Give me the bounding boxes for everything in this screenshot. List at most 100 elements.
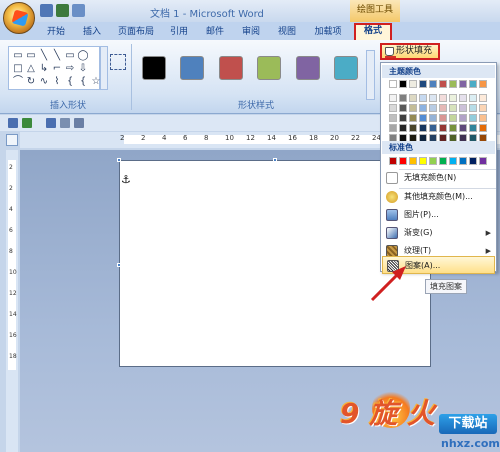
insert-shapes-gallery[interactable]: ▭ ▭ ╲ ╲ ▭ ◯ □ △ ↳ ⌐ ⇨ ⇩ ⌒ ↻ ∿ ⌇{{☆ (8, 46, 100, 90)
shape-style-swatch[interactable] (257, 56, 281, 80)
menu-item-no-fill[interactable]: 无填充颜色(N) (382, 169, 495, 187)
shape-option[interactable]: ▭ (25, 49, 37, 62)
edit-shape-icon[interactable] (110, 54, 126, 70)
standard-color-cell[interactable] (419, 157, 427, 165)
shape-style-swatch[interactable] (219, 56, 243, 80)
standard-color-cell[interactable] (399, 157, 407, 165)
standard-color-cell[interactable] (439, 157, 447, 165)
shape-style-swatch[interactable] (334, 56, 358, 80)
menu-item-picture[interactable]: 图片(P)... (382, 206, 495, 224)
theme-color-cell[interactable] (409, 80, 417, 88)
theme-color-cell[interactable] (449, 104, 457, 112)
theme-color-cell[interactable] (399, 104, 407, 112)
theme-color-cell[interactable] (429, 104, 437, 112)
office-button[interactable] (3, 2, 35, 34)
repeat-icon[interactable] (46, 118, 56, 128)
spelling-icon[interactable] (74, 118, 84, 128)
theme-color-cell[interactable] (399, 124, 407, 132)
theme-color-cell[interactable] (389, 114, 397, 122)
theme-color-cell[interactable] (389, 124, 397, 132)
vertical-ruler[interactable]: 2 2 4 6 8 10 12 14 16 18 (6, 150, 18, 452)
theme-color-cell[interactable] (439, 94, 447, 102)
theme-color-cell[interactable] (399, 94, 407, 102)
shape-style-swatch[interactable] (180, 56, 204, 80)
theme-color-cell[interactable] (389, 80, 397, 88)
menu-item-more-fill-colors[interactable]: 其他填充颜色(M)... (382, 188, 495, 206)
theme-color-cell[interactable] (429, 124, 437, 132)
theme-color-cell[interactable] (439, 104, 447, 112)
shape-option[interactable]: □ (12, 62, 24, 75)
theme-color-cell[interactable] (469, 124, 477, 132)
save-icon[interactable] (40, 4, 53, 17)
theme-color-cell[interactable] (389, 94, 397, 102)
theme-color-cell[interactable] (409, 114, 417, 122)
shape-option[interactable]: ▭ (64, 49, 76, 62)
theme-color-cell[interactable] (389, 104, 397, 112)
tab-review[interactable]: 审阅 (238, 25, 264, 40)
tab-page-layout[interactable]: 页面布局 (115, 25, 157, 40)
standard-color-cell[interactable] (479, 157, 487, 165)
theme-color-cell[interactable] (469, 104, 477, 112)
shape-option[interactable]: { (77, 75, 89, 88)
resize-handle[interactable] (273, 158, 277, 162)
theme-color-cell[interactable] (479, 104, 487, 112)
shape-option[interactable]: ⌇ (51, 75, 63, 88)
tab-view[interactable]: 视图 (274, 25, 300, 40)
shape-style-swatch[interactable] (296, 56, 320, 80)
shape-option[interactable]: ╲ (51, 49, 63, 62)
shape-option[interactable]: ▭ (12, 49, 24, 62)
theme-color-cell[interactable] (469, 80, 477, 88)
theme-color-cell[interactable] (419, 80, 427, 88)
theme-color-cell[interactable] (459, 114, 467, 122)
theme-color-cell[interactable] (409, 124, 417, 132)
theme-color-cell[interactable] (399, 114, 407, 122)
shapes-gallery-scrollbar[interactable] (100, 46, 108, 90)
theme-color-cell[interactable] (449, 80, 457, 88)
standard-color-cell[interactable] (459, 157, 467, 165)
theme-color-cell[interactable] (479, 114, 487, 122)
theme-color-cell[interactable] (439, 80, 447, 88)
standard-color-cell[interactable] (469, 157, 477, 165)
theme-color-cell[interactable] (459, 124, 467, 132)
shape-option[interactable]: ⇨ (64, 62, 76, 75)
theme-color-cell[interactable] (459, 94, 467, 102)
save-icon[interactable] (8, 118, 18, 128)
theme-color-cell[interactable] (439, 114, 447, 122)
shape-fill-button[interactable]: 形状填充 ▾ (380, 43, 440, 68)
theme-color-cell[interactable] (459, 80, 467, 88)
theme-color-cell[interactable] (409, 94, 417, 102)
tab-home[interactable]: 开始 (42, 25, 70, 40)
shape-option[interactable]: ↳ (38, 62, 50, 75)
shape-option[interactable]: ╲ (38, 49, 50, 62)
theme-color-cell[interactable] (419, 104, 427, 112)
shape-style-swatch[interactable] (142, 56, 166, 80)
tab-insert[interactable]: 插入 (78, 25, 106, 40)
theme-color-cell[interactable] (479, 124, 487, 132)
theme-color-cell[interactable] (399, 80, 407, 88)
shape-option[interactable]: ⌒ (12, 75, 24, 88)
theme-color-cell[interactable] (429, 114, 437, 122)
standard-color-cell[interactable] (429, 157, 437, 165)
theme-color-cell[interactable] (409, 104, 417, 112)
shape-option[interactable]: △ (25, 62, 37, 75)
resize-handle[interactable] (117, 263, 121, 267)
theme-color-cell[interactable] (469, 94, 477, 102)
theme-color-cell[interactable] (419, 124, 427, 132)
shape-option[interactable]: ∿ (38, 75, 50, 88)
shape-option[interactable]: ↻ (25, 75, 37, 88)
theme-color-cell[interactable] (419, 94, 427, 102)
theme-color-cell[interactable] (479, 80, 487, 88)
theme-color-cell[interactable] (429, 80, 437, 88)
redo-icon[interactable] (72, 4, 85, 17)
standard-color-cell[interactable] (389, 157, 397, 165)
tab-add-ins[interactable]: 加载项 (310, 25, 346, 40)
tab-references[interactable]: 引用 (166, 25, 192, 40)
menu-item-gradient[interactable]: 渐变(G) ▶ (382, 224, 495, 242)
undo-icon[interactable] (22, 118, 32, 128)
shape-option[interactable]: ⌐ (51, 62, 63, 75)
shape-option[interactable]: ◯ (77, 49, 89, 62)
standard-color-cell[interactable] (449, 157, 457, 165)
resize-handle[interactable] (117, 158, 121, 162)
theme-color-cell[interactable] (449, 124, 457, 132)
theme-color-cell[interactable] (419, 114, 427, 122)
